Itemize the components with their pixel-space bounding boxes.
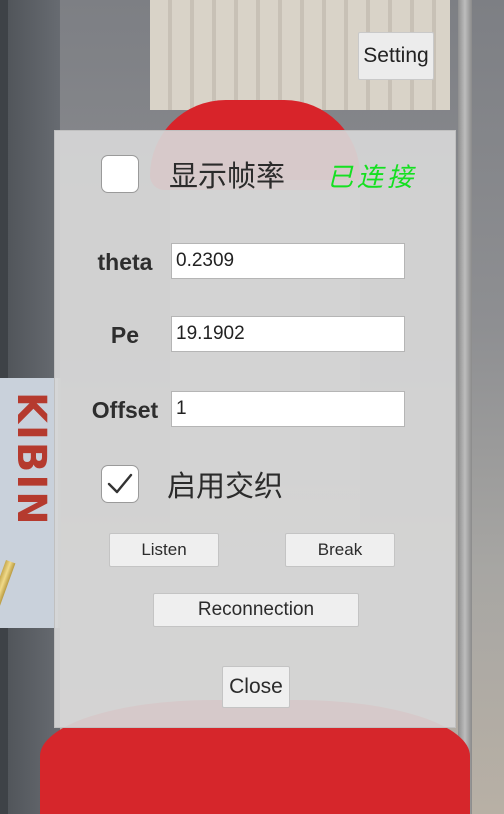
reconnection-button[interactable]: Reconnection — [153, 593, 359, 627]
setting-button[interactable]: Setting — [358, 32, 434, 80]
pe-label: Pe — [110, 322, 140, 348]
checkmark-icon — [107, 473, 133, 494]
show-fps-checkbox[interactable] — [101, 155, 139, 193]
break-button[interactable]: Break — [285, 533, 395, 567]
background-sign-text: KIBIN — [8, 392, 54, 527]
offset-label: Offset — [91, 397, 159, 423]
settings-panel: 显示帧率 已连接 theta Pe Offset 启用交织 Listen Bre… — [54, 130, 456, 728]
show-fps-label: 显示帧率 — [169, 159, 286, 193]
background-pole — [458, 0, 472, 814]
background-sign: KIBIN — [0, 378, 61, 628]
listen-button[interactable]: Listen — [109, 533, 219, 567]
connection-status: 已连接 — [327, 163, 418, 193]
theta-label: theta — [97, 249, 153, 275]
offset-input[interactable] — [171, 391, 405, 427]
close-button[interactable]: Close — [222, 666, 290, 708]
pe-input[interactable] — [171, 316, 405, 352]
enable-interleave-checkbox[interactable] — [101, 465, 139, 503]
enable-interleave-label: 启用交织 — [167, 469, 284, 503]
theta-input[interactable] — [171, 243, 405, 279]
